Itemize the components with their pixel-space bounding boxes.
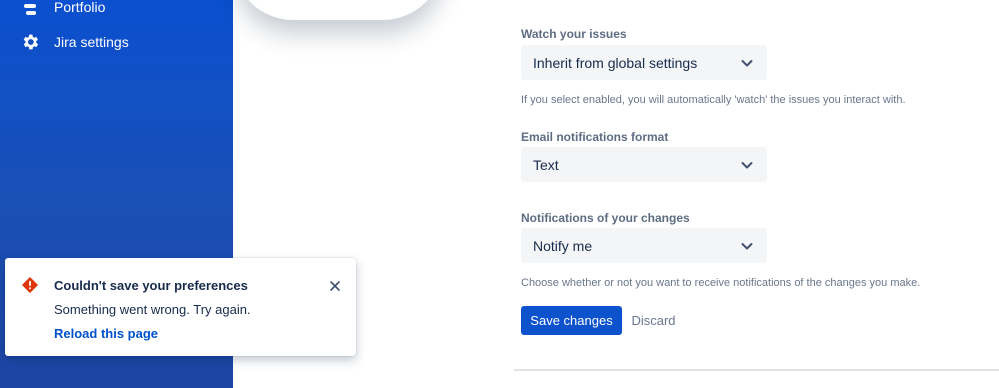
select-value: Notify me [533, 237, 593, 254]
page: Portfolio Jira settings Watch your issue… [0, 0, 999, 388]
sidebar-item-portfolio[interactable]: Portfolio [20, 0, 105, 21]
sidebar-item-label: Jira settings [54, 34, 129, 50]
email-format-label: Email notifications format [521, 130, 669, 144]
dropdown-shadow [233, 0, 443, 20]
save-changes-button[interactable]: Save changes [521, 306, 622, 335]
own-changes-help: Choose whether or not you want to receiv… [521, 277, 921, 289]
reload-page-link[interactable]: Reload this page [54, 326, 158, 341]
error-flag-description: Something went wrong. Try again. [54, 302, 251, 317]
watch-issues-label: Watch your issues [521, 27, 627, 41]
error-flag-title: Couldn't save your preferences [54, 278, 248, 293]
gear-icon [20, 32, 40, 52]
chevron-down-icon [739, 238, 755, 254]
chevron-down-icon [739, 157, 755, 173]
watch-issues-select[interactable]: Inherit from global settings [521, 45, 767, 80]
select-value: Text [533, 156, 559, 173]
error-icon [22, 277, 38, 293]
sidebar-item-label: Portfolio [54, 0, 106, 15]
email-format-select[interactable]: Text [521, 147, 767, 182]
divider [514, 369, 999, 371]
sidebar-item-jira-settings[interactable]: Jira settings [20, 28, 129, 56]
error-flag: Couldn't save your preferences Something… [5, 258, 356, 356]
discard-button[interactable]: Discard [626, 306, 681, 335]
close-icon[interactable] [328, 279, 342, 293]
portfolio-icon [20, 0, 40, 17]
own-changes-label: Notifications of your changes [521, 211, 690, 225]
own-changes-select[interactable]: Notify me [521, 228, 767, 263]
chevron-down-icon [739, 55, 755, 71]
select-value: Inherit from global settings [533, 54, 698, 71]
watch-issues-help: If you select enabled, you will automati… [521, 94, 906, 106]
